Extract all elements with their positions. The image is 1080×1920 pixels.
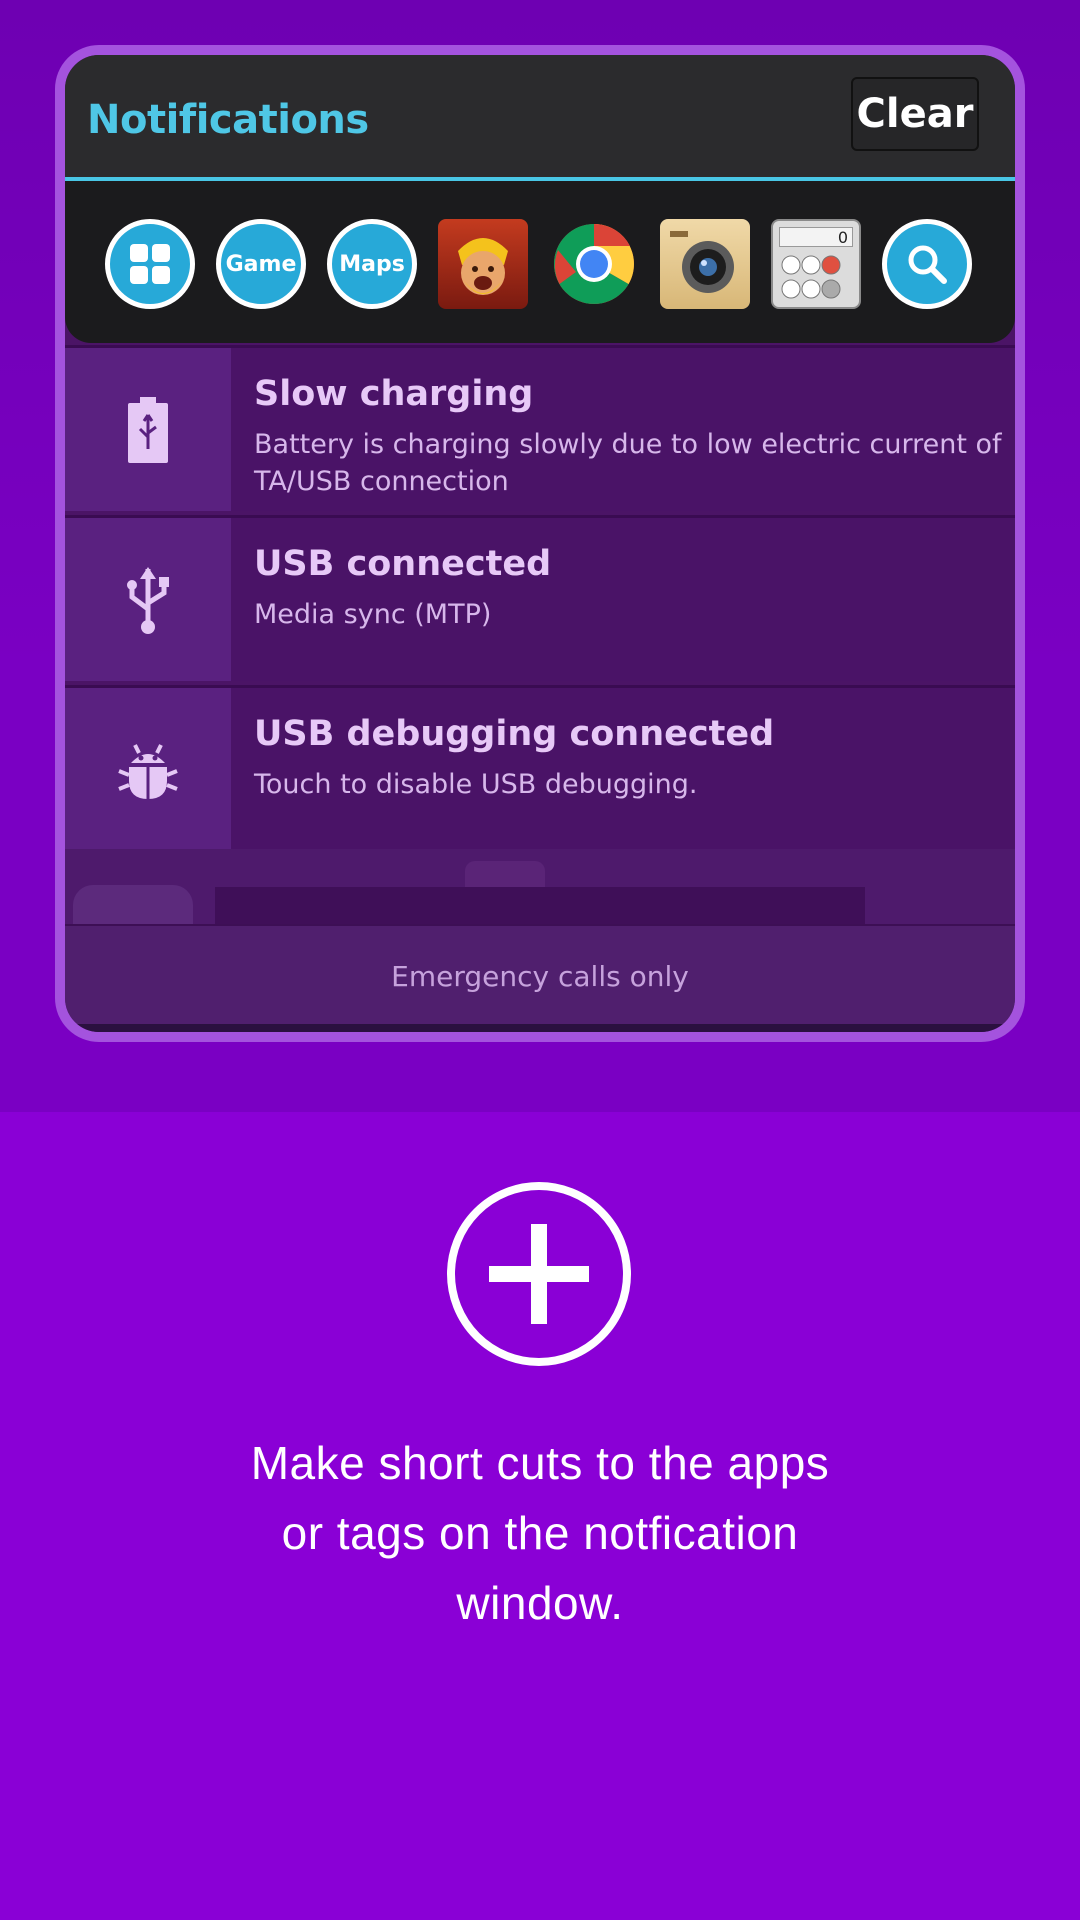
grid-icon bbox=[130, 244, 170, 284]
header-title: Notifications bbox=[87, 97, 369, 143]
notification-slow-charging[interactable]: Slow charging Battery is charging slowly… bbox=[65, 345, 1015, 511]
feature-caption: Make short cuts to the apps or tags on t… bbox=[140, 1428, 940, 1638]
notification-title: USB connected bbox=[254, 544, 552, 584]
notification-usb-debugging[interactable]: USB debugging connected Touch to disable… bbox=[65, 685, 1015, 851]
notification-header: Notifications Clear bbox=[65, 55, 1015, 177]
calculator-app[interactable]: 0 bbox=[771, 219, 861, 309]
add-shortcut-icon[interactable] bbox=[447, 1182, 631, 1366]
notification-text: Touch to disable USB debugging. bbox=[254, 769, 698, 800]
usb-icon bbox=[127, 566, 169, 634]
emergency-text: Emergency calls only bbox=[391, 959, 689, 993]
caption-line: or tags on the notfication bbox=[281, 1507, 799, 1559]
calculator-display: 0 bbox=[779, 227, 853, 247]
android-bug-icon bbox=[118, 743, 178, 799]
notification-title: USB debugging connected bbox=[254, 714, 775, 754]
maps-tag-shortcut[interactable]: Maps bbox=[327, 219, 417, 309]
battery-usb-icon bbox=[128, 396, 168, 463]
shortcut-bar: Game Maps 0 bbox=[65, 181, 1015, 343]
game-tag-label: Game bbox=[225, 251, 297, 277]
camera-icon bbox=[670, 231, 734, 293]
caption-line: window. bbox=[456, 1577, 624, 1629]
game-tag-shortcut[interactable]: Game bbox=[216, 219, 306, 309]
notification-icon-cell bbox=[65, 348, 231, 511]
clear-button[interactable]: Clear bbox=[851, 77, 979, 151]
chrome-app[interactable] bbox=[549, 219, 639, 309]
notification-icon-cell bbox=[65, 518, 231, 681]
background-app-preview bbox=[65, 849, 1015, 924]
maps-tag-label: Maps bbox=[339, 251, 405, 277]
chrome-icon bbox=[554, 223, 634, 304]
notification-usb-connected[interactable]: USB connected Media sync (MTP) bbox=[65, 515, 1015, 681]
notification-title: Slow charging bbox=[254, 374, 534, 414]
search-icon bbox=[908, 245, 947, 284]
notification-text: Media sync (MTP) bbox=[254, 599, 492, 630]
panel-bottom-strip bbox=[65, 1024, 1015, 1032]
search-shortcut[interactable] bbox=[882, 219, 972, 309]
apps-grid-shortcut[interactable] bbox=[105, 219, 195, 309]
caption-line: Make short cuts to the apps bbox=[250, 1437, 830, 1489]
calculator-keys-icon bbox=[781, 255, 841, 299]
clash-of-clans-app[interactable] bbox=[438, 219, 528, 309]
notification-panel-frame: Notifications Clear Game Maps 0 Slow cha… bbox=[55, 45, 1025, 1042]
camera-app[interactable] bbox=[660, 219, 750, 309]
emergency-status: Emergency calls only bbox=[65, 924, 1015, 1026]
notification-text: Battery is charging slowly due to low el… bbox=[254, 429, 1002, 497]
notification-icon-cell bbox=[65, 688, 231, 851]
barbarian-icon bbox=[458, 238, 508, 295]
